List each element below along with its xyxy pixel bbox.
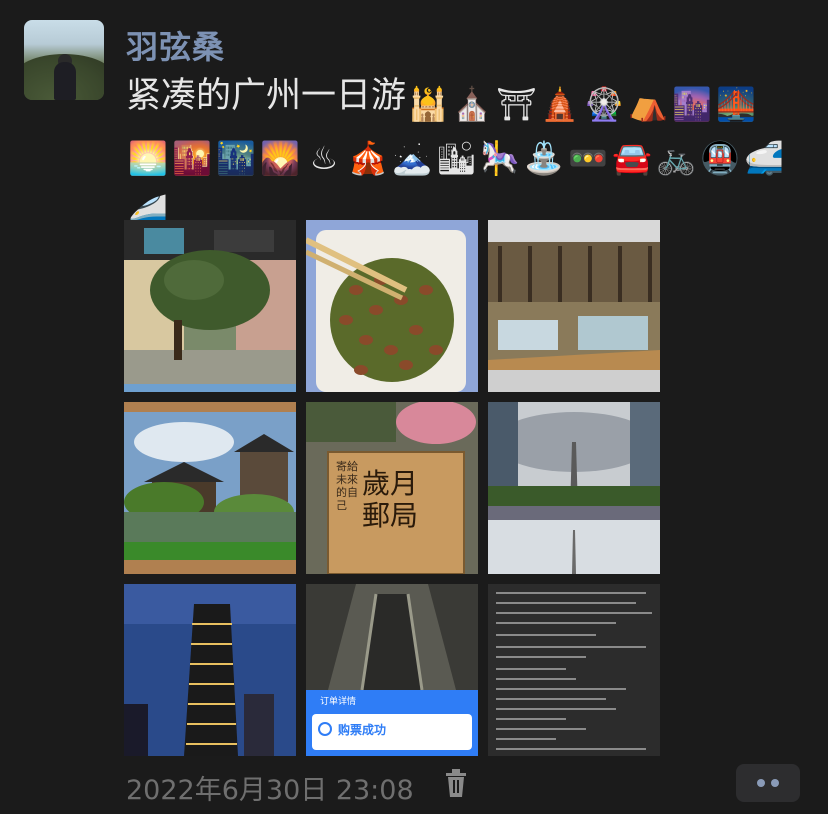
photo-peanut-snack[interactable] [306, 220, 478, 392]
bicycle-icon: 🚲 [656, 139, 696, 177]
photo-street-trees[interactable] [124, 220, 296, 392]
mount-fuji-icon: 🗻 [392, 139, 432, 177]
more-dot-icon [757, 779, 765, 787]
ticket-status: 购票成功 [338, 723, 387, 737]
metro-icon: 🚇 [700, 139, 740, 177]
church-icon: ⛪ [452, 85, 492, 123]
mosque-icon: 🕌 [408, 85, 448, 123]
photo-grid: 歲月郵局 寄給未來的自己 订单详情 购票成功 [124, 220, 660, 756]
sign-small-text: 寄給未來的自己 [336, 460, 358, 512]
city-dusk-icon: 🌆 [672, 85, 712, 123]
photo-bookstore[interactable] [488, 220, 660, 392]
photo-skyscraper-night[interactable] [124, 584, 296, 756]
photo-chinese-garden[interactable] [124, 402, 296, 574]
photo-notes-screenshot[interactable] [488, 584, 660, 756]
car-icon: 🚘 [612, 139, 652, 177]
sunrise-icon: 🌅 [128, 139, 168, 177]
circus-tent-icon: 🎪 [348, 139, 388, 177]
ferris-wheel-icon: 🎡 [584, 85, 624, 123]
avatar[interactable] [24, 20, 104, 100]
hindu-temple-icon: 🛕 [540, 85, 580, 123]
delete-icon[interactable] [444, 768, 468, 798]
hot-springs-icon: ♨ [309, 139, 339, 177]
sign-text: 歲月郵局 [362, 467, 419, 532]
tent-icon: ⛺ [628, 85, 668, 123]
traffic-light-icon: 🚥 [568, 139, 608, 177]
bullet-train-front-icon: 🚅 [744, 139, 784, 177]
photo-escalator-ticket[interactable]: 订单详情 购票成功 [306, 584, 478, 756]
cityscape-icon: 🏙 [436, 139, 477, 177]
more-dot-icon [771, 779, 779, 787]
fountain-icon: ⛲ [524, 139, 564, 177]
bridge-night-icon: 🌉 [716, 85, 756, 123]
check-icon [318, 722, 332, 736]
photo-canton-tower[interactable] [488, 402, 660, 574]
username[interactable]: 羽弦桑 [126, 22, 225, 68]
ticket-title: 订单详情 [320, 697, 357, 707]
post-timestamp: 2022年6月30日 23:08 [126, 775, 414, 806]
sunrise-mountains-icon: 🌄 [260, 139, 300, 177]
post-caption: 紧凑的广州一日游 [126, 76, 407, 116]
torii-gate-icon: ⛩ [496, 85, 537, 123]
city-sunset-icon: 🌇 [172, 139, 212, 177]
night-stars-icon: 🌃 [216, 139, 256, 177]
photo-time-post-office-sign[interactable]: 歲月郵局 寄給未來的自己 [306, 402, 478, 574]
post-text: 紧凑的广州一日游🕌 ⛪ ⛩ 🛕 🎡 ⛺ 🌆 🌉🌅 🌇 🌃 🌄 ♨ 🎪 🗻 🏙 🎠 ⛲ 🚥 🚘 🚲 🚇 🚅🚄 [126, 70, 786, 232]
more-options-button[interactable] [736, 764, 800, 802]
carousel-horse-icon: 🎠 [480, 139, 520, 177]
